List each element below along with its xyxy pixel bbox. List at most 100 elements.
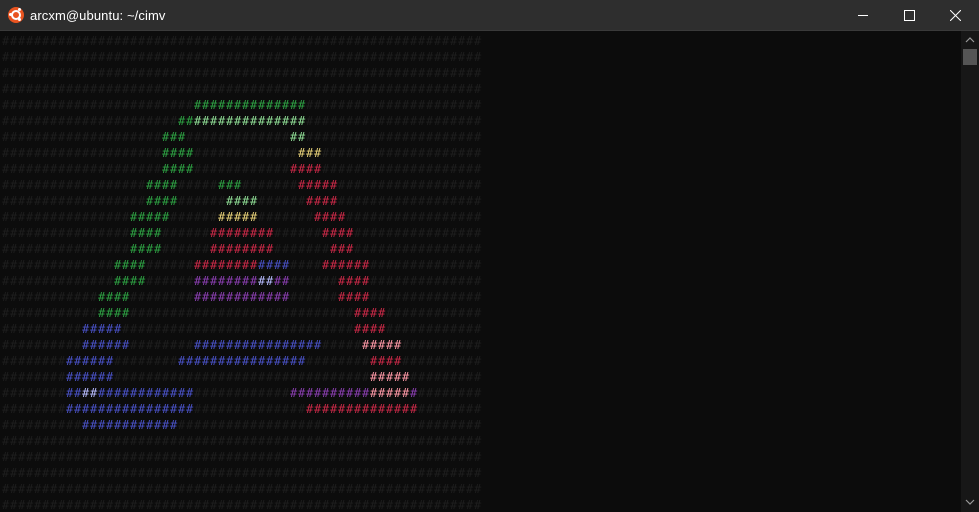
ubuntu-logo-icon[interactable] xyxy=(8,7,24,23)
ascii-char: # xyxy=(178,418,186,432)
ascii-char: # xyxy=(370,162,378,176)
minimize-button[interactable] xyxy=(840,0,886,31)
scrollbar-thumb[interactable] xyxy=(963,49,977,65)
ascii-char: # xyxy=(138,114,146,128)
ascii-char: # xyxy=(234,322,242,336)
ascii-char: # xyxy=(346,402,354,416)
ascii-char: # xyxy=(138,210,146,224)
ascii-char: # xyxy=(450,498,458,512)
ascii-char: # xyxy=(18,434,26,448)
terminal-output[interactable]: # # # # # # # # # # # # # # # # # # # # # # # # # # # # # # # # # # # # # # # #… xyxy=(0,31,961,512)
ascii-char: # xyxy=(10,482,18,496)
ascii-char: # xyxy=(154,370,162,384)
ascii-char: # xyxy=(130,338,138,352)
ascii-char: # xyxy=(466,194,474,208)
ascii-char: # xyxy=(418,370,426,384)
ascii-char: # xyxy=(170,306,178,320)
ascii-char: # xyxy=(202,402,210,416)
ascii-char: # xyxy=(274,34,282,48)
ascii-char: # xyxy=(258,306,266,320)
ascii-char: # xyxy=(466,498,474,512)
ascii-char: # xyxy=(322,130,330,144)
ascii-char: # xyxy=(402,242,410,256)
ascii-char: # xyxy=(242,450,250,464)
ascii-char: # xyxy=(34,210,42,224)
ascii-char: # xyxy=(82,434,90,448)
ascii-char: # xyxy=(10,274,18,288)
ascii-char: # xyxy=(250,338,258,352)
ascii-char: # xyxy=(154,130,162,144)
ascii-char: # xyxy=(210,82,218,96)
ascii-char: # xyxy=(106,194,114,208)
ascii-char: # xyxy=(338,114,346,128)
ascii-char: # xyxy=(410,338,418,352)
ascii-char: # xyxy=(426,322,434,336)
ascii-char: # xyxy=(314,178,322,192)
ascii-char: # xyxy=(402,194,410,208)
ascii-char: # xyxy=(306,306,314,320)
ascii-char: # xyxy=(386,434,394,448)
ascii-char: # xyxy=(314,194,322,208)
ascii-char: # xyxy=(250,370,258,384)
ascii-char: # xyxy=(362,466,370,480)
ascii-char: # xyxy=(42,450,50,464)
ascii-char: # xyxy=(74,146,82,160)
ascii-char: # xyxy=(130,274,138,288)
ascii-char: # xyxy=(26,322,34,336)
ascii-char: # xyxy=(298,402,306,416)
ascii-char: # xyxy=(50,306,58,320)
ascii-char: # xyxy=(354,258,362,272)
ascii-char: # xyxy=(426,418,434,432)
ascii-char: # xyxy=(346,146,354,160)
ascii-char: # xyxy=(458,258,466,272)
ascii-char: # xyxy=(162,402,170,416)
ascii-char: # xyxy=(186,498,194,512)
ascii-char: # xyxy=(306,434,314,448)
ascii-char: # xyxy=(162,258,170,272)
vertical-scrollbar[interactable] xyxy=(961,31,979,512)
ascii-char: # xyxy=(74,66,82,80)
ascii-char: # xyxy=(34,194,42,208)
ascii-char: # xyxy=(50,466,58,480)
ascii-char: # xyxy=(74,498,82,512)
ascii-char: # xyxy=(434,354,442,368)
ascii-char: # xyxy=(66,178,74,192)
scroll-up-arrow-icon[interactable] xyxy=(965,35,975,45)
ascii-char: # xyxy=(178,210,186,224)
ascii-char: # xyxy=(114,178,122,192)
ascii-char: # xyxy=(402,450,410,464)
ascii-char: # xyxy=(330,194,338,208)
ascii-char: # xyxy=(218,82,226,96)
ascii-char: # xyxy=(106,226,114,240)
ascii-char: # xyxy=(402,434,410,448)
ascii-char: # xyxy=(442,418,450,432)
ascii-char: # xyxy=(234,466,242,480)
ascii-char: # xyxy=(426,306,434,320)
ascii-char: # xyxy=(474,370,482,384)
close-button[interactable] xyxy=(932,0,978,31)
ascii-char: # xyxy=(170,354,178,368)
ascii-char: # xyxy=(338,242,346,256)
ascii-char: # xyxy=(330,450,338,464)
ascii-char: # xyxy=(362,306,370,320)
ascii-char: # xyxy=(82,370,90,384)
ascii-char: # xyxy=(450,450,458,464)
ascii-char: # xyxy=(66,290,74,304)
ascii-char: # xyxy=(314,50,322,64)
ascii-char: # xyxy=(418,82,426,96)
ascii-char: # xyxy=(202,242,210,256)
ascii-char: # xyxy=(210,290,218,304)
ascii-char: # xyxy=(450,370,458,384)
ascii-char: # xyxy=(346,82,354,96)
ascii-char: # xyxy=(274,130,282,144)
ascii-char: # xyxy=(130,434,138,448)
scroll-down-arrow-icon[interactable] xyxy=(965,497,975,507)
ascii-char: # xyxy=(258,226,266,240)
ascii-char: # xyxy=(346,418,354,432)
ascii-char: # xyxy=(370,386,378,400)
ascii-char: # xyxy=(170,466,178,480)
ascii-char: # xyxy=(370,450,378,464)
maximize-button[interactable] xyxy=(886,0,932,31)
ascii-char: # xyxy=(386,146,394,160)
ascii-char: # xyxy=(258,482,266,496)
